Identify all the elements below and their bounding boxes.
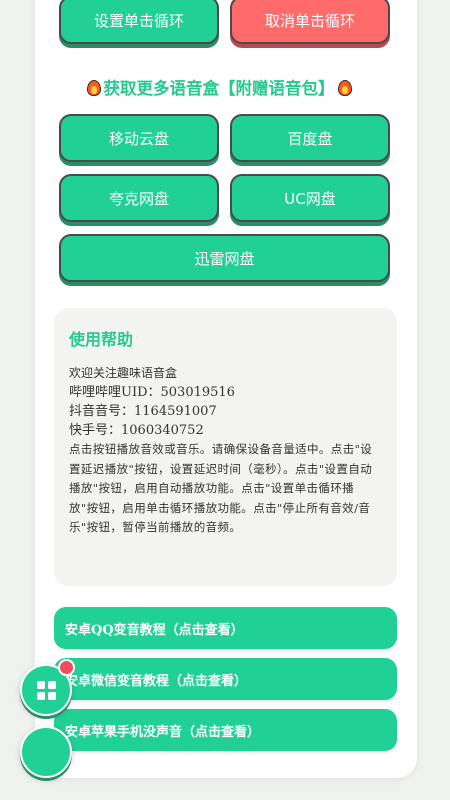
cancel-click-loop-button[interactable]: 取消单击循环	[230, 0, 390, 44]
help-kuaishou-id: 快手号：1060340752	[69, 423, 204, 438]
more-boxes-title-text: 获取更多语音盒【附赠语音包】	[103, 79, 335, 98]
quark-disk-button[interactable]: 夸克网盘	[59, 174, 219, 222]
help-instructions: 点击按钮播放音效或音乐。请确保设备音量适中。点击"设置延迟播放"按钮，设置延迟时…	[69, 442, 373, 534]
help-title: 使用帮助	[69, 330, 134, 349]
xunlei-disk-button[interactable]: 迅雷网盘	[59, 234, 390, 282]
set-click-loop-button[interactable]: 设置单击循环	[59, 0, 219, 44]
help-bilibili-uid: 哔哩哔哩UID：503019516	[69, 385, 235, 400]
qq-voice-tutorial-link[interactable]: 安卓QQ变音教程（点击查看）	[54, 607, 397, 649]
fire-icon	[86, 78, 101, 96]
secondary-fab-button[interactable]	[20, 726, 72, 778]
more-boxes-title: 获取更多语音盒【附赠语音包】	[54, 72, 384, 102]
uc-disk-button[interactable]: UC网盘	[230, 174, 390, 222]
iphone-no-sound-tutorial-link[interactable]: 安卓苹果手机没声音（点击查看）	[54, 709, 397, 751]
wechat-voice-tutorial-link[interactable]: 安卓微信变音教程（点击查看）	[54, 658, 397, 700]
help-follow-line: 欢迎关注趣味语音盒	[69, 366, 178, 380]
baidu-disk-button[interactable]: 百度盘	[230, 114, 390, 162]
mobile-cloud-disk-button[interactable]: 移动云盘	[59, 114, 219, 162]
help-douyin-id: 抖音音号：1164591007	[69, 404, 217, 419]
notification-badge	[58, 659, 75, 676]
grid-icon	[37, 681, 56, 700]
help-panel: 使用帮助 欢迎关注趣味语音盒 哔哩哔哩UID：503019516 抖音音号：11…	[54, 308, 397, 586]
fire-icon	[337, 78, 352, 96]
